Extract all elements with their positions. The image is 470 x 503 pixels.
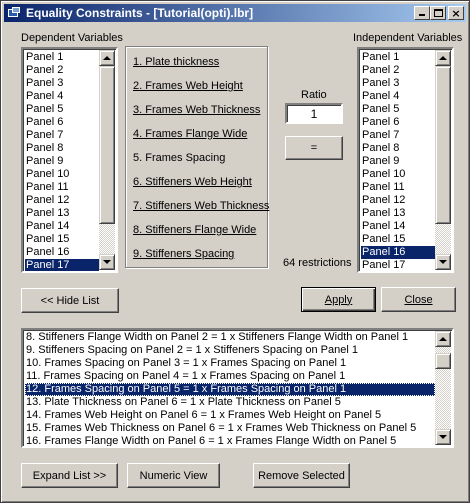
list-item[interactable]: Panel 2 (25, 64, 99, 77)
list-item[interactable]: Panel 6 (361, 116, 435, 129)
equals-button[interactable]: = (285, 136, 343, 160)
list-item[interactable]: Panel 17 (361, 259, 435, 271)
arrow-up-icon (103, 56, 111, 60)
close-button[interactable]: Close (381, 287, 456, 312)
list-item[interactable]: 8. Stiffeners Flange Width on Panel 2 = … (25, 331, 435, 344)
list-item[interactable]: Panel 15 (361, 233, 435, 246)
dependent-scrollbar[interactable] (99, 50, 115, 270)
dependent-variables-list[interactable]: Panel 1 Panel 2 Panel 3 Panel 4 Panel 5 Panel… (21, 47, 118, 273)
list-item[interactable]: 14. Frames Web Height on Panel 6 = 1 x F… (25, 409, 435, 422)
title-bar[interactable]: Equality Constraints - [Tutorial(opti).l… (4, 4, 466, 22)
scroll-thumb[interactable] (99, 66, 115, 224)
equality-constraints-window: Equality Constraints - [Tutorial(opti).l… (0, 0, 470, 503)
window-title: Equality Constraints - [Tutorial(opti).l… (26, 6, 254, 20)
app-icon (6, 6, 22, 20)
list-item[interactable]: Panel 13 (25, 207, 99, 220)
list-item[interactable]: Panel 8 (25, 142, 99, 155)
apply-button[interactable]: Apply (301, 287, 376, 312)
scroll-up-button[interactable] (99, 50, 115, 66)
list-item[interactable]: Panel 17 (25, 259, 99, 271)
property-8-link[interactable]: 8. Stiffeners Flange Wide (133, 224, 256, 236)
list-item[interactable]: 9. Stiffeners Spacing on Panel 2 = 1 x S… (25, 344, 435, 357)
list-item[interactable]: Panel 4 (25, 90, 99, 103)
list-item[interactable]: 11. Frames Spacing on Panel 4 = 1 x Fram… (25, 370, 435, 383)
list-item[interactable]: Panel 7 (25, 129, 99, 142)
minimize-icon (419, 14, 425, 16)
list-item[interactable]: Panel 15 (25, 233, 99, 246)
arrow-up-icon (439, 56, 447, 60)
list-item[interactable]: Panel 4 (361, 90, 435, 103)
list-item[interactable]: 13. Plate Thickness on Panel 6 = 1 x Pla… (25, 396, 435, 409)
scroll-thumb[interactable] (435, 353, 451, 369)
property-3-link[interactable]: 3. Frames Web Thickness (133, 104, 260, 116)
list-item[interactable]: Panel 3 (361, 77, 435, 90)
list-item[interactable]: Panel 9 (25, 155, 99, 168)
list-item[interactable]: Panel 14 (361, 220, 435, 233)
list-item[interactable]: Panel 13 (361, 207, 435, 220)
list-item[interactable]: Panel 12 (361, 194, 435, 207)
list-item[interactable]: Panel 5 (25, 103, 99, 116)
scroll-thumb[interactable] (435, 66, 451, 224)
list-item[interactable]: Panel 1 (25, 51, 99, 64)
list-item[interactable]: 16. Frames Flange Width on Panel 6 = 1 x… (25, 435, 435, 446)
list-item[interactable]: Panel 12 (25, 194, 99, 207)
dependent-variables-label: Dependent Variables (21, 32, 123, 44)
list-item[interactable]: Panel 8 (361, 142, 435, 155)
numeric-view-button[interactable]: Numeric View (127, 463, 220, 488)
close-label: Close (404, 293, 433, 306)
list-item[interactable]: Panel 3 (25, 77, 99, 90)
independent-variables-list[interactable]: Panel 1 Panel 2 Panel 3 Panel 4 Panel 5 Panel… (357, 47, 454, 273)
list-item[interactable]: Panel 10 (25, 168, 99, 181)
property-2-link[interactable]: 2. Frames Web Height (133, 80, 243, 92)
list-item[interactable]: Panel 2 (361, 64, 435, 77)
list-item[interactable]: Panel 10 (361, 168, 435, 181)
arrow-down-icon (103, 260, 111, 264)
list-item[interactable]: Panel 5 (361, 103, 435, 116)
close-icon: × (451, 6, 461, 20)
property-9-link[interactable]: 9. Stiffeners Spacing (133, 248, 234, 260)
list-item[interactable]: Panel 7 (361, 129, 435, 142)
scroll-up-button[interactable] (435, 331, 451, 347)
property-1-link[interactable]: 1. Plate thickness (133, 56, 219, 68)
list-item[interactable]: 15. Frames Web Thickness on Panel 6 = 1 … (25, 422, 435, 435)
list-item[interactable]: Panel 9 (361, 155, 435, 168)
maximize-button[interactable] (430, 6, 446, 20)
constraints-scrollbar[interactable] (435, 331, 451, 445)
minimize-button[interactable] (414, 6, 430, 20)
scroll-down-button[interactable] (99, 254, 115, 270)
list-item[interactable]: Panel 6 (25, 116, 99, 129)
arrow-down-icon (439, 260, 447, 264)
arrow-down-icon (439, 435, 447, 439)
independent-variables-label: Independent Variables (353, 32, 463, 44)
maximize-icon (434, 9, 443, 17)
list-item[interactable]: 12. Frames Spacing on Panel 5 = 1 x Fram… (25, 383, 435, 396)
scroll-down-button[interactable] (435, 429, 451, 445)
ratio-input[interactable]: 1 (285, 103, 343, 124)
scroll-down-button[interactable] (435, 254, 451, 270)
independent-scrollbar[interactable] (435, 50, 451, 270)
list-item[interactable]: Panel 16 (25, 246, 99, 259)
list-item[interactable]: Panel 11 (361, 181, 435, 194)
property-6-link[interactable]: 6. Stiffeners Web Height (133, 176, 252, 188)
property-5-label: 5. Frames Spacing (133, 152, 226, 164)
list-item[interactable]: Panel 14 (25, 220, 99, 233)
ratio-label: Ratio (301, 89, 327, 101)
list-item[interactable]: Panel 16 (361, 246, 435, 259)
list-item[interactable]: 10. Frames Spacing on Panel 3 = 1 x Fram… (25, 357, 435, 370)
close-window-button[interactable]: × (448, 6, 464, 20)
hide-list-button[interactable]: << Hide List (21, 288, 119, 313)
scroll-up-button[interactable] (435, 50, 451, 66)
property-4-link[interactable]: 4. Frames Flange Wide (133, 128, 247, 140)
arrow-up-icon (439, 337, 447, 341)
remove-selected-button[interactable]: Remove Selected (253, 463, 350, 488)
list-item[interactable]: Panel 11 (25, 181, 99, 194)
list-item[interactable]: Panel 1 (361, 51, 435, 64)
property-7-link[interactable]: 7. Stiffeners Web Thickness (133, 200, 269, 212)
expand-list-button[interactable]: Expand List >> (21, 463, 118, 488)
restrictions-count: 64 restrictions (283, 257, 352, 269)
constraints-list[interactable]: 8. Stiffeners Flange Width on Panel 2 = … (21, 328, 454, 448)
apply-label: Apply (324, 293, 353, 306)
